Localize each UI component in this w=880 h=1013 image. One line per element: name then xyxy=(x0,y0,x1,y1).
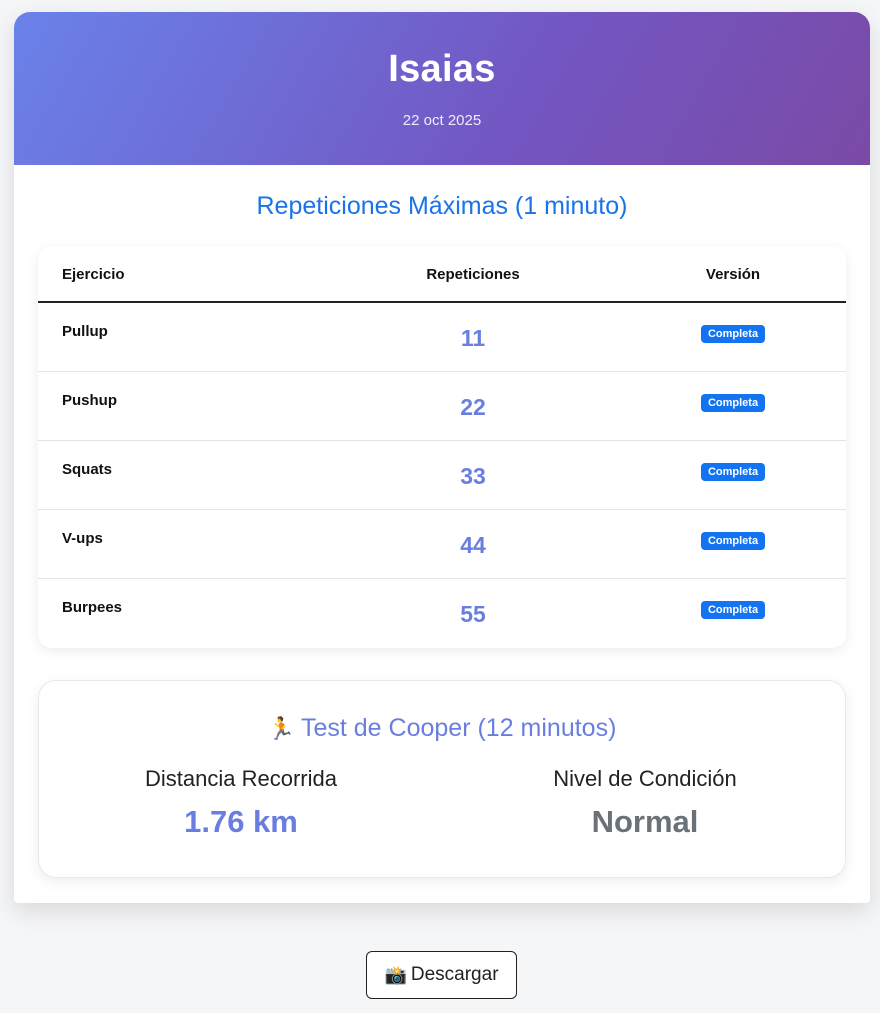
version-badge: Completa xyxy=(700,463,766,481)
version-badge: Completa xyxy=(700,532,766,550)
cooper-title: 🏃 Test de Cooper (12 minutos) xyxy=(39,714,845,743)
rep-count: 11 xyxy=(460,325,486,351)
version-badge: Completa xyxy=(700,601,766,619)
level-value: Normal xyxy=(591,804,699,839)
download-button[interactable]: 📸 Descargar xyxy=(366,951,517,999)
exercise-name: Pullup xyxy=(62,323,108,340)
reps-section-title: Repeticiones Máximas (1 minuto) xyxy=(256,192,628,220)
column-header-reps: Repeticiones xyxy=(426,266,520,283)
table-row: Burpees 55 Completa xyxy=(38,579,846,648)
table-row: Squats 33 Completa xyxy=(38,441,846,510)
table-row: V-ups 44 Completa xyxy=(38,510,846,579)
profile-header: Isaias 22 oct 2025 xyxy=(14,12,870,165)
exercise-name: Squats xyxy=(62,461,113,478)
table-row: Pullup 11 Completa xyxy=(38,303,846,372)
rep-count: 44 xyxy=(460,532,486,558)
table-header: Ejercicio Repeticiones Versión xyxy=(38,246,846,303)
exercise-name: Pushup xyxy=(62,392,117,409)
column-header-version: Versión xyxy=(705,266,761,283)
distance-stat: Distancia Recorrida 1.76 km xyxy=(39,766,443,840)
level-label: Nivel de Condición xyxy=(553,766,737,791)
cooper-test-card: 🏃 Test de Cooper (12 minutos) Distancia R… xyxy=(38,680,846,878)
camera-icon: 📸 xyxy=(384,964,407,985)
rep-count: 22 xyxy=(460,394,486,420)
exercise-name: Burpees xyxy=(62,599,123,616)
reps-table: Ejercicio Repeticiones Versión Pullup 11… xyxy=(38,246,846,648)
version-badge: Completa xyxy=(700,325,766,343)
cooper-title-text: Test de Cooper (12 minutos) xyxy=(300,714,617,742)
results-card: Isaias 22 oct 2025 Repeticiones Máximas … xyxy=(14,12,870,903)
rep-count: 33 xyxy=(460,463,486,489)
level-stat: Nivel de Condición Normal xyxy=(443,766,847,840)
table-row: Pushup 22 Completa xyxy=(38,372,846,441)
exercise-name: V-ups xyxy=(62,530,103,547)
download-label: Descargar xyxy=(410,964,499,985)
rep-count: 55 xyxy=(460,601,486,627)
distance-label: Distancia Recorrida xyxy=(145,766,337,791)
athlete-name: Isaias xyxy=(388,48,496,90)
test-date: 22 oct 2025 xyxy=(402,112,482,129)
column-header-exercise: Ejercicio xyxy=(62,266,125,283)
version-badge: Completa xyxy=(700,394,766,412)
runner-icon: 🏃 xyxy=(267,716,295,741)
distance-value: 1.76 km xyxy=(184,804,298,839)
